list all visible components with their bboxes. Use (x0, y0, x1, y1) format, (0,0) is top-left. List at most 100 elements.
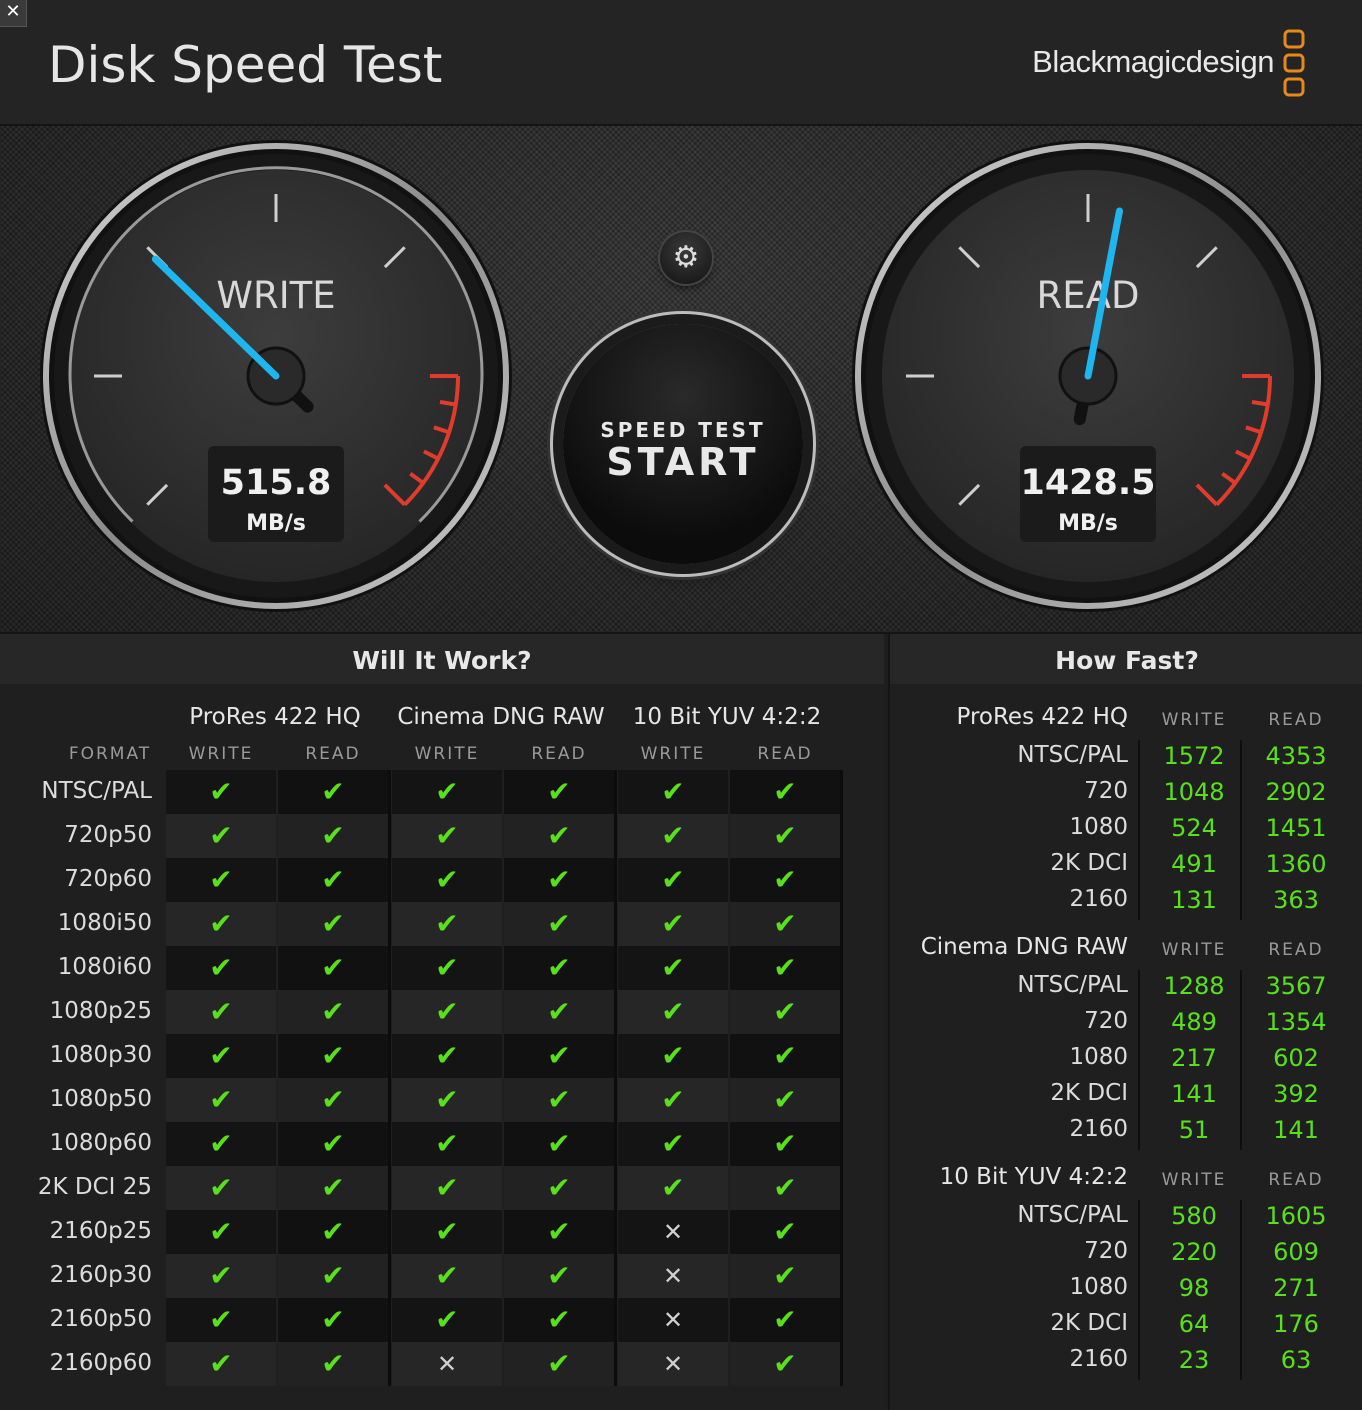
cross-icon: ✕ (436, 1350, 458, 1378)
close-button[interactable]: ✕ (0, 0, 27, 27)
column-divider (388, 770, 391, 1386)
check-icon: ✔ (435, 995, 459, 1028)
column-divider (614, 770, 617, 1386)
check-icon: ✔ (547, 819, 571, 852)
check-icon: ✔ (321, 951, 345, 984)
read-gauge: READ 1428.5 MB/s (848, 136, 1328, 616)
start-button[interactable]: SPEED TEST START (563, 324, 803, 564)
write-gauge-redline-tick (439, 399, 457, 407)
check-icon: ✔ (209, 819, 233, 852)
write-column-header: WRITE (1161, 710, 1227, 730)
check-icon: ✔ (661, 907, 685, 940)
check-icon: ✔ (547, 907, 571, 940)
read-fps-value: 602 (1273, 1044, 1319, 1072)
resolution-label: 1080 (1069, 1044, 1128, 1070)
read-column-header: READ (1268, 710, 1324, 730)
read-speed-unit: MB/s (1058, 511, 1118, 536)
format-label: 2160p25 (49, 1218, 152, 1244)
check-icon: ✔ (435, 1259, 459, 1292)
write-fps-value: 51 (1178, 1116, 1210, 1144)
settings-button[interactable]: ⚙ (660, 232, 712, 284)
app-header: ✕ Disk Speed Test Blackmagicdesign (0, 0, 1362, 126)
check-icon: ✔ (435, 907, 459, 940)
read-fps-value: 141 (1273, 1116, 1319, 1144)
read-speed-value: 1428.5 (1020, 463, 1155, 503)
format-label: 1080i50 (57, 910, 152, 936)
check-icon: ✔ (209, 1039, 233, 1072)
check-icon: ✔ (661, 1039, 685, 1072)
check-icon: ✔ (209, 1171, 233, 1204)
check-icon: ✔ (661, 1127, 685, 1160)
check-icon: ✔ (773, 1347, 797, 1380)
resolution-label: NTSC/PAL (1017, 1202, 1128, 1228)
write-fps-value: 23 (1178, 1346, 1210, 1374)
write-fps-value: 491 (1171, 850, 1217, 878)
read-fps-value: 1354 (1265, 1008, 1327, 1036)
check-icon: ✔ (321, 1171, 345, 1204)
write-gauge: WRITE 515.8 MB/s (36, 136, 516, 616)
check-icon: ✔ (661, 951, 685, 984)
check-icon: ✔ (209, 951, 233, 984)
check-icon: ✔ (773, 951, 797, 984)
check-icon: ✔ (773, 819, 797, 852)
read-fps-value: 63 (1280, 1346, 1312, 1374)
resolution-label: 720 (1084, 1008, 1128, 1034)
read-gauge-redline-tick (1251, 399, 1269, 407)
write-fps-value: 98 (1178, 1274, 1210, 1302)
read-fps-value: 609 (1273, 1238, 1319, 1266)
check-icon: ✔ (661, 1171, 685, 1204)
write-gauge-label: WRITE (216, 274, 335, 317)
check-icon: ✔ (661, 775, 685, 808)
check-icon: ✔ (773, 775, 797, 808)
check-icon: ✔ (209, 1127, 233, 1160)
how-fast-panel: How Fast? ProRes 422 HQ WRITE READ NTSC/PAL… (888, 634, 1362, 1410)
read-fps-value: 271 (1273, 1274, 1319, 1302)
check-icon: ✔ (209, 1083, 233, 1116)
check-icon: ✔ (435, 951, 459, 984)
column-divider (1138, 1200, 1140, 1380)
column-header: WRITE (640, 744, 706, 764)
how-fast-section-title: ProRes 422 HQ (956, 704, 1129, 730)
format-label: NTSC/PAL (41, 778, 152, 804)
write-fps-value: 524 (1171, 814, 1217, 842)
cross-icon: ✕ (662, 1262, 684, 1290)
how-fast-section-title: Cinema DNG RAW (920, 934, 1128, 960)
resolution-label: 720 (1084, 1238, 1128, 1264)
check-icon: ✔ (435, 1303, 459, 1336)
column-header: WRITE (188, 744, 254, 764)
format-label: 720p50 (64, 822, 152, 848)
format-label: 720p60 (64, 866, 152, 892)
write-fps-value: 141 (1171, 1080, 1217, 1108)
how-fast-title: How Fast? (890, 634, 1362, 684)
format-label: 2160p60 (49, 1350, 152, 1376)
how-fast-section-title: 10 Bit YUV 4:2:2 (939, 1164, 1128, 1190)
check-icon: ✔ (209, 995, 233, 1028)
check-icon: ✔ (435, 1083, 459, 1116)
read-fps-value: 1360 (1265, 850, 1327, 878)
read-column-header: READ (1268, 940, 1324, 960)
read-column-header: READ (1268, 1170, 1324, 1190)
format-header: FORMAT (68, 744, 152, 764)
format-label: 1080i60 (57, 954, 152, 980)
resolution-label: 2K DCI (1050, 1310, 1128, 1336)
resolution-label: 2160 (1069, 886, 1128, 912)
write-fps-value: 1572 (1163, 742, 1225, 770)
read-fps-value: 4353 (1265, 742, 1327, 770)
write-fps-value: 580 (1171, 1202, 1217, 1230)
check-icon: ✔ (547, 863, 571, 896)
check-icon: ✔ (547, 1127, 571, 1160)
column-header: WRITE (414, 744, 480, 764)
resolution-label: 2K DCI (1050, 850, 1128, 876)
write-fps-value: 220 (1171, 1238, 1217, 1266)
column-divider (840, 770, 843, 1386)
column-divider (1138, 740, 1140, 920)
will-it-work-panel: Will It Work? ProRes 422 HQ Cinema DNG RA… (0, 634, 884, 1410)
check-icon: ✔ (547, 1259, 571, 1292)
check-icon: ✔ (435, 775, 459, 808)
check-icon: ✔ (209, 1215, 233, 1248)
write-column-header: WRITE (1161, 1170, 1227, 1190)
read-fps-value: 3567 (1265, 972, 1327, 1000)
cross-icon: ✕ (662, 1218, 684, 1246)
check-icon: ✔ (435, 819, 459, 852)
check-icon: ✔ (321, 907, 345, 940)
